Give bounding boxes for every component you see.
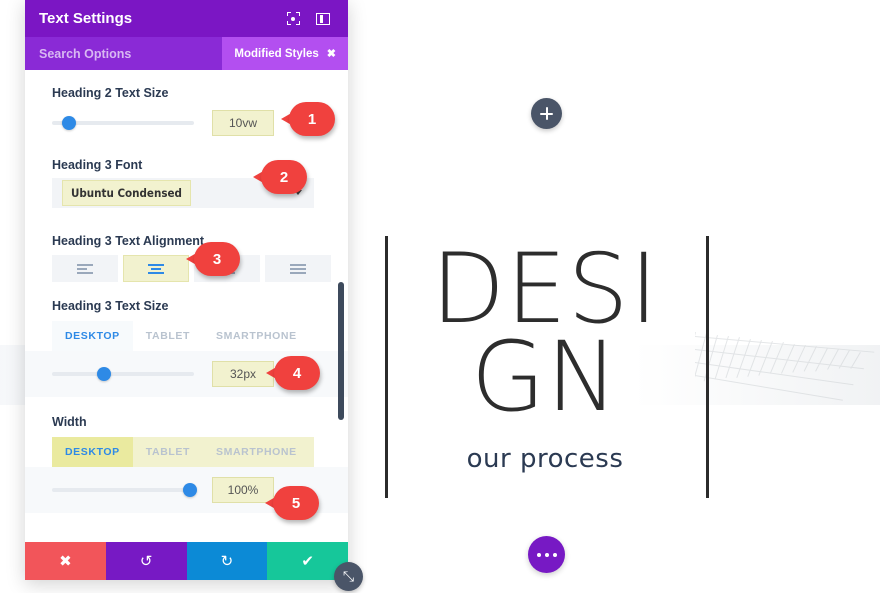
modified-styles-chip[interactable]: Modified Styles ✖ — [222, 37, 348, 70]
width-device-tabs: DESKTOP TABLET SMARTPHONE — [52, 437, 314, 467]
h3-text-size-device-tabs: DESKTOP TABLET SMARTPHONE — [52, 321, 314, 351]
modified-styles-label: Modified Styles — [234, 47, 319, 60]
dot-icon — [536, 552, 541, 557]
h3-font-value: Ubuntu Condensed — [62, 180, 191, 206]
tab-desktop[interactable]: DESKTOP — [52, 437, 133, 467]
modal-body: Heading 2 Text Size 10vw Heading 3 Font … — [25, 70, 348, 542]
slider-handle[interactable] — [62, 116, 76, 130]
align-justify-button[interactable] — [265, 255, 331, 282]
hero-heading: DESIGN — [431, 233, 659, 434]
annotation-badge-2: 2 — [253, 160, 307, 194]
divider-line-right — [706, 236, 709, 498]
resize-handle[interactable]: ⤡ — [334, 562, 363, 591]
align-left-icon — [77, 262, 93, 276]
arch-line — [803, 346, 817, 372]
align-center-button[interactable] — [123, 255, 189, 282]
search-options-input[interactable]: Search Options — [39, 47, 222, 61]
more-options-button[interactable] — [528, 536, 565, 573]
annotation-badge-5: 5 — [265, 486, 319, 520]
focus-icon[interactable] — [282, 8, 304, 30]
slider-handle[interactable] — [183, 483, 197, 497]
h2-text-size-slider[interactable] — [52, 116, 194, 130]
cancel-button[interactable]: ✖ — [25, 542, 106, 580]
modal-scrollbar[interactable] — [338, 282, 344, 420]
architecture-background-image — [695, 330, 880, 405]
redo-button[interactable]: ↻ — [186, 542, 268, 580]
h3-text-size-value[interactable]: 32px — [212, 361, 274, 387]
h2-text-size-value[interactable]: 10vw — [212, 110, 274, 136]
tab-smartphone[interactable]: SMARTPHONE — [203, 321, 310, 351]
tab-tablet[interactable]: TABLET — [133, 437, 203, 467]
align-center-icon — [148, 262, 164, 276]
annotation-badge-4: 4 — [266, 356, 320, 390]
tab-smartphone[interactable]: SMARTPHONE — [203, 437, 310, 467]
width-slider[interactable] — [52, 483, 197, 497]
align-left-button[interactable] — [52, 255, 118, 282]
align-justify-icon — [290, 262, 306, 276]
annotation-badge-3: 3 — [186, 242, 240, 276]
tab-tablet[interactable]: TABLET — [133, 321, 203, 351]
screenshot-root: DESIGN our process Text Settings Search … — [0, 0, 880, 593]
modal-title: Text Settings — [39, 10, 133, 27]
add-module-button[interactable] — [531, 98, 562, 129]
modal-footer: ✖ ↺ ↻ ✔ — [25, 542, 348, 580]
undo-button[interactable]: ↺ — [105, 542, 187, 580]
panel-layout-icon[interactable] — [312, 8, 334, 30]
hero-subheading: our process — [466, 443, 624, 474]
badge-number: 4 — [274, 356, 320, 390]
arch-line — [826, 348, 839, 370]
tab-desktop[interactable]: DESKTOP — [52, 321, 133, 351]
dot-icon — [552, 552, 557, 557]
field-label: Width — [52, 415, 87, 429]
badge-number: 1 — [289, 102, 335, 136]
field-label: Heading 2 Text Size — [52, 86, 169, 100]
annotation-badge-1: 1 — [281, 102, 335, 136]
arch-curve — [695, 336, 875, 353]
field-label: Heading 3 Text Size — [52, 299, 169, 313]
hero-text-module: DESIGN our process — [395, 233, 695, 474]
badge-number: 5 — [273, 486, 319, 520]
dot-icon — [544, 552, 549, 557]
arch-line — [815, 347, 828, 371]
slider-handle[interactable] — [97, 367, 111, 381]
close-icon[interactable]: ✖ — [327, 47, 336, 60]
arch-line — [850, 351, 861, 369]
divider-line-left — [385, 236, 388, 498]
modal-search-bar: Search Options Modified Styles ✖ — [25, 37, 348, 70]
badge-number: 2 — [261, 160, 307, 194]
modal-header: Text Settings — [25, 0, 348, 37]
h3-text-size-slider[interactable] — [52, 367, 194, 381]
badge-number: 3 — [194, 242, 240, 276]
